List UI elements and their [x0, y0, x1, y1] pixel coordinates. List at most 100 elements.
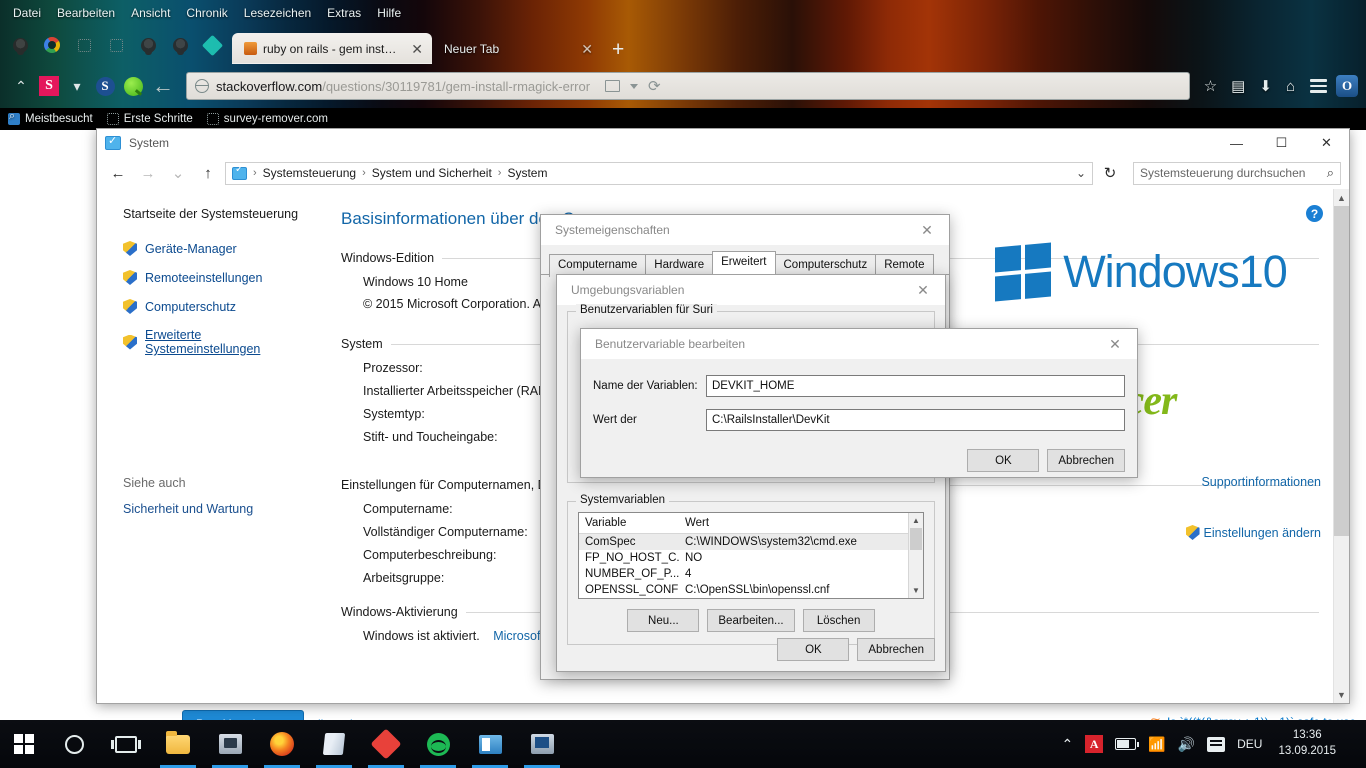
- bookmark-erste-schritte[interactable]: Erste Schritte: [106, 113, 193, 125]
- delete-button[interactable]: Löschen: [802, 609, 875, 632]
- addon-s-icon[interactable]: S: [36, 73, 62, 99]
- taskbar-system-monitor[interactable]: [516, 720, 568, 768]
- menu-ansicht[interactable]: Ansicht: [124, 3, 177, 23]
- menu-bearbeiten[interactable]: Bearbeiten: [50, 3, 122, 23]
- edit-button[interactable]: Bearbeiten...: [707, 609, 795, 632]
- url-bar[interactable]: stackoverflow.com/questions/30119781/gem…: [186, 72, 1190, 100]
- menu-hamburger-icon[interactable]: [1303, 79, 1334, 93]
- address-bar[interactable]: › Systemsteuerung › System und Sicherhei…: [225, 161, 1093, 185]
- menu-lesezeichen[interactable]: Lesezeichen: [237, 3, 318, 23]
- table-row[interactable]: NUMBER_OF_P... 4: [579, 566, 923, 582]
- control-panel-search-input[interactable]: Systemsteuerung durchsuchen ⌕: [1133, 161, 1341, 185]
- task-view-button[interactable]: [100, 720, 152, 768]
- table-row[interactable]: OPENSSL_CONF C:\OpenSSL\bin\openssl.cnf: [579, 582, 923, 598]
- tab-new[interactable]: Neuer Tab ✕: [432, 33, 602, 64]
- sidebar-item-geraete-manager[interactable]: Geräte-Manager: [123, 241, 319, 256]
- opera-extension-icon[interactable]: O: [1336, 75, 1358, 97]
- bookmark-survey-remover[interactable]: survey-remover.com: [206, 113, 328, 125]
- clock[interactable]: 13:36 13.09.2015: [1274, 728, 1336, 759]
- table-row[interactable]: ComSpec C:\WINDOWS\system32\cmd.exe: [579, 534, 923, 550]
- pinned-tab-diamond[interactable]: [196, 32, 228, 58]
- menu-chronik[interactable]: Chronik: [179, 3, 234, 23]
- start-button[interactable]: [0, 720, 48, 768]
- back-button[interactable]: ←: [148, 73, 178, 99]
- pinned-tab-google[interactable]: [36, 32, 68, 58]
- scroll-up-arrow-icon[interactable]: ▲: [1334, 189, 1349, 206]
- dialog-titlebar[interactable]: Benutzervariable bearbeiten ✕: [581, 329, 1137, 359]
- taskbar-file-explorer[interactable]: [152, 720, 204, 768]
- close-icon[interactable]: ✕: [905, 215, 949, 245]
- address-dropdown-icon[interactable]: ⌄: [1076, 166, 1086, 180]
- pinned-tab-placeholder-2[interactable]: [100, 32, 132, 58]
- refresh-button[interactable]: ↻: [1097, 161, 1123, 185]
- vertical-scrollbar[interactable]: ▲ ▼: [1333, 189, 1349, 703]
- bookmark-star-icon[interactable]: ☆: [1198, 77, 1223, 95]
- taskbar-onenote[interactable]: [308, 720, 360, 768]
- nav-recent-locations-button[interactable]: ⌄: [165, 161, 191, 185]
- dialog-titlebar[interactable]: Umgebungsvariablen ✕: [557, 275, 945, 305]
- close-button[interactable]: ✕: [1304, 129, 1349, 157]
- pinned-tab-placeholder-1[interactable]: [68, 32, 100, 58]
- scroll-down-arrow-icon[interactable]: ▼: [909, 583, 923, 598]
- chevron-up-icon[interactable]: ⌃: [8, 73, 34, 99]
- skype-icon[interactable]: S: [92, 73, 118, 99]
- sidebar-home-label[interactable]: Startseite der Systemsteuerung: [123, 207, 319, 221]
- variable-value-input[interactable]: C:\RailsInstaller\DevKit: [706, 409, 1125, 431]
- breadcrumb-systemsteuerung[interactable]: Systemsteuerung: [263, 166, 356, 180]
- taskbar-office[interactable]: [464, 720, 516, 768]
- bookmark-meistbesucht[interactable]: Meistbesucht: [8, 110, 93, 125]
- scroll-down-arrow-icon[interactable]: ▼: [1334, 686, 1349, 703]
- new-tab-button[interactable]: +: [602, 39, 634, 64]
- breadcrumb-system-und-sicherheit[interactable]: System und Sicherheit: [372, 166, 492, 180]
- chevron-down-icon[interactable]: [630, 83, 639, 89]
- nav-back-button[interactable]: ←: [105, 161, 131, 185]
- battery-icon[interactable]: [1115, 738, 1140, 750]
- tab-stackoverflow[interactable]: ruby on rails - gem install ... ✕: [232, 33, 432, 64]
- scrollbar-thumb[interactable]: [910, 528, 922, 550]
- nav-forward-button[interactable]: →: [135, 161, 161, 185]
- avira-icon[interactable]: A: [1085, 735, 1104, 753]
- menu-extras[interactable]: Extras: [320, 3, 368, 23]
- sidebar-item-remoteeinstellungen[interactable]: Remoteeinstellungen: [123, 270, 319, 285]
- table-scrollbar[interactable]: ▲ ▼: [908, 513, 923, 598]
- change-settings-link[interactable]: Einstellungen ändern: [961, 525, 1321, 542]
- new-button[interactable]: Neu...: [627, 609, 700, 632]
- table-row[interactable]: FP_NO_HOST_C... NO: [579, 550, 923, 566]
- tab-close-icon[interactable]: ✕: [578, 42, 596, 56]
- nav-up-button[interactable]: ↑: [195, 161, 221, 185]
- downloads-icon[interactable]: ⬇: [1253, 77, 1278, 95]
- language-indicator[interactable]: DEU: [1237, 737, 1262, 751]
- reload-icon[interactable]: ⟳: [648, 77, 661, 95]
- reader-mode-icon[interactable]: [605, 80, 621, 92]
- sidebar-item-erweiterte-systemeinstellungen[interactable]: Erweiterte Systemeinstellungen: [123, 328, 319, 356]
- volume-icon[interactable]: 🔊: [1178, 736, 1195, 753]
- taskbar-media-player[interactable]: [204, 720, 256, 768]
- cortana-button[interactable]: [48, 720, 100, 768]
- close-icon[interactable]: ✕: [1093, 329, 1137, 359]
- cancel-button[interactable]: Abbrechen: [857, 638, 935, 661]
- see-also-link-sicherheit-und-wartung[interactable]: Sicherheit und Wartung: [123, 502, 319, 516]
- taskbar-firefox[interactable]: [256, 720, 308, 768]
- ok-button[interactable]: OK: [777, 638, 850, 661]
- tab-erweitert[interactable]: Erweitert: [712, 251, 776, 274]
- cancel-button[interactable]: Abbrechen: [1047, 449, 1125, 472]
- help-icon[interactable]: ?: [1306, 205, 1323, 222]
- scroll-up-arrow-icon[interactable]: ▲: [909, 513, 923, 528]
- minimize-button[interactable]: —: [1214, 129, 1259, 157]
- show-hidden-icons-button[interactable]: ⌃: [1061, 736, 1073, 753]
- system-variables-table[interactable]: Variable Wert ComSpec C:\WINDOWS\system3…: [578, 512, 924, 599]
- menu-hilfe[interactable]: Hilfe: [370, 3, 408, 23]
- maximize-button[interactable]: ☐: [1259, 129, 1304, 157]
- variable-name-input[interactable]: DEVKIT_HOME: [706, 375, 1125, 397]
- sidebar-item-computerschutz[interactable]: Computerschutz: [123, 299, 319, 314]
- wifi-icon[interactable]: 📶: [1148, 736, 1165, 753]
- pinned-tab-github-1[interactable]: [4, 32, 36, 58]
- home-icon[interactable]: ⌂: [1280, 78, 1301, 95]
- pinned-tab-github-2[interactable]: [132, 32, 164, 58]
- pinned-tab-github-3[interactable]: [164, 32, 196, 58]
- tab-close-icon[interactable]: ✕: [408, 42, 426, 56]
- library-icon[interactable]: ▤: [1225, 77, 1251, 95]
- close-icon[interactable]: ✕: [901, 275, 945, 305]
- menu-datei[interactable]: Datei: [6, 3, 48, 23]
- dialog-titlebar[interactable]: Systemeigenschaften ✕: [541, 215, 949, 245]
